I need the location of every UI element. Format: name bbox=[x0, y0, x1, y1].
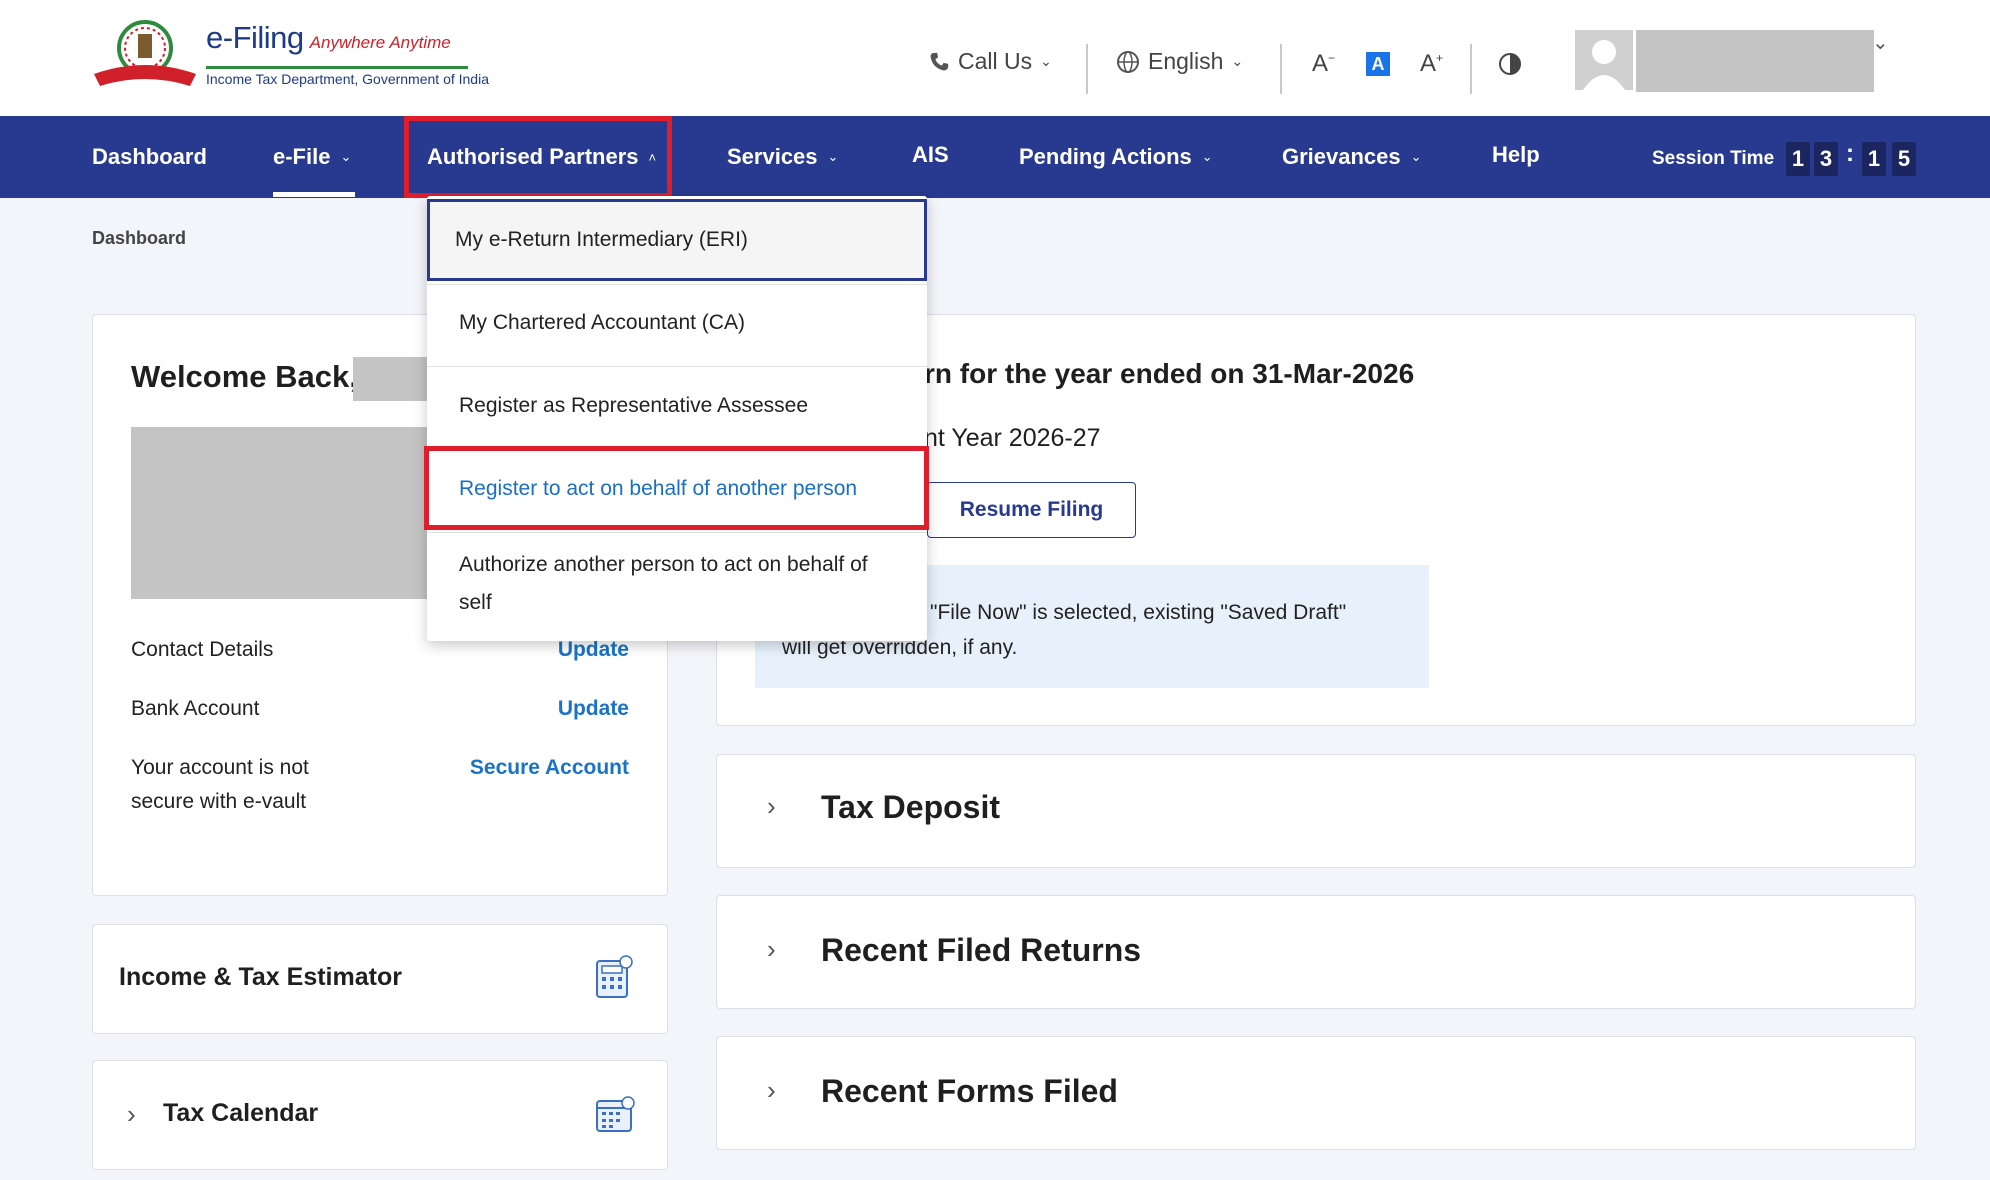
top-header: e-Filing Anywhere Anytime Income Tax Depa… bbox=[0, 0, 1990, 116]
dropdown-divider bbox=[427, 366, 927, 367]
nav-pending-actions[interactable]: Pending Actions ⌄ bbox=[1019, 144, 1213, 170]
assessment-year-label: nt Year 2026-27 bbox=[924, 424, 1101, 452]
chevron-down-icon: ⌄ bbox=[1231, 53, 1244, 69]
chevron-down-icon: ⌄ bbox=[1040, 53, 1052, 69]
nav-efile[interactable]: e-File ⌄ bbox=[273, 144, 351, 170]
chevron-down-icon: ⌄ bbox=[340, 149, 352, 164]
username-redacted bbox=[353, 357, 433, 401]
tax-calendar-title: Tax Calendar bbox=[163, 1099, 319, 1127]
divider bbox=[1280, 44, 1282, 94]
efiling-logo[interactable]: e-Filing Anywhere Anytime Income Tax Depa… bbox=[90, 16, 489, 96]
brand-subtitle: Income Tax Department, Government of Ind… bbox=[206, 66, 489, 87]
estimator-title: Income & Tax Estimator bbox=[119, 963, 402, 991]
nav-pending-actions-label: Pending Actions bbox=[1019, 144, 1192, 169]
nav-dashboard[interactable]: Dashboard bbox=[92, 144, 207, 170]
tax-deposit-title: Tax Deposit bbox=[821, 789, 1000, 825]
evault-status-label: Your account is not secure with e-vault bbox=[131, 756, 309, 813]
user-icon bbox=[1583, 40, 1625, 90]
chevron-down-icon: ⌄ bbox=[1410, 149, 1422, 164]
accordion-recent-filed-returns[interactable]: › Recent Filed Returns bbox=[716, 895, 1916, 1009]
resume-filing-button[interactable]: Resume Filing bbox=[927, 482, 1136, 538]
calculator-icon bbox=[596, 955, 633, 998]
session-colon: : bbox=[1846, 140, 1854, 167]
chevron-right-icon: › bbox=[767, 934, 776, 964]
call-us-label: Call Us bbox=[958, 48, 1033, 74]
itr-card-title: rn for the year ended on 31-Mar-2026 bbox=[924, 358, 1415, 389]
income-tax-estimator-card[interactable]: Income & Tax Estimator bbox=[92, 924, 668, 1034]
active-tab-indicator bbox=[273, 192, 355, 197]
accordion-tax-deposit[interactable]: › Tax Deposit bbox=[716, 754, 1916, 868]
secure-account-link[interactable]: Secure Account bbox=[470, 756, 629, 780]
dropdown-divider bbox=[427, 532, 927, 533]
session-digit: 1 bbox=[1862, 142, 1886, 176]
globe-icon bbox=[1117, 50, 1139, 73]
phone-icon bbox=[930, 52, 949, 70]
language-select[interactable]: English ⌄ bbox=[1116, 48, 1243, 75]
dropdown-divider bbox=[427, 284, 927, 285]
session-time-label: Session Time bbox=[1652, 148, 1775, 169]
nav-efile-label: e-File bbox=[273, 144, 331, 169]
dropdown-item-authorize-another[interactable]: Authorize another person to act on behal… bbox=[427, 546, 897, 622]
call-us-menu[interactable]: Call Us ⌄ bbox=[928, 48, 1052, 75]
authorised-partners-dropdown: My e-Return Intermediary (ERI) My Charte… bbox=[424, 196, 929, 641]
contact-update-link[interactable]: Update bbox=[558, 638, 629, 662]
welcome-title: Welcome Back, bbox=[131, 359, 358, 394]
username-redacted bbox=[1636, 30, 1874, 92]
profile-image-redacted bbox=[131, 427, 431, 599]
chevron-right-icon: › bbox=[127, 1099, 136, 1129]
brand-tagline: Anywhere Anytime bbox=[309, 33, 451, 52]
dropdown-item-ca[interactable]: My Chartered Accountant (CA) bbox=[427, 304, 927, 342]
nav-help-label: Help bbox=[1492, 142, 1540, 167]
chevron-right-icon: › bbox=[767, 1075, 776, 1105]
bank-update-link[interactable]: Update bbox=[558, 697, 629, 721]
brand-name: e-Filing bbox=[206, 20, 304, 55]
contact-details-label: Contact Details bbox=[131, 638, 274, 661]
nav-services[interactable]: Services ⌄ bbox=[727, 144, 838, 170]
session-digit: 1 bbox=[1786, 142, 1810, 176]
recent-forms-filed-title: Recent Forms Filed bbox=[821, 1073, 1118, 1109]
language-label: English bbox=[1148, 48, 1224, 74]
chevron-down-icon[interactable]: ⌄ bbox=[1872, 30, 1889, 55]
avatar[interactable] bbox=[1575, 30, 1633, 90]
chevron-down-icon: ⌄ bbox=[1201, 149, 1213, 164]
nav-ais[interactable]: AIS bbox=[912, 142, 949, 168]
recent-filed-returns-title: Recent Filed Returns bbox=[821, 932, 1142, 968]
divider bbox=[1086, 44, 1088, 94]
decrease-font-icon[interactable]: A− bbox=[1312, 50, 1335, 78]
dropdown-item-eri[interactable]: My e-Return Intermediary (ERI) bbox=[427, 221, 927, 259]
nav-help[interactable]: Help bbox=[1492, 142, 1540, 168]
increase-font-icon[interactable]: A+ bbox=[1420, 50, 1443, 78]
nav-services-label: Services bbox=[727, 144, 818, 169]
divider bbox=[1470, 44, 1472, 94]
accordion-recent-forms-filed[interactable]: › Recent Forms Filed bbox=[716, 1036, 1916, 1150]
main-navbar: Dashboard e-File ⌄ Authorised Partners ˄ S… bbox=[0, 116, 1990, 198]
nav-dashboard-label: Dashboard bbox=[92, 144, 207, 169]
tax-calendar-card[interactable]: › Tax Calendar bbox=[92, 1060, 668, 1170]
chevron-down-icon: ⌄ bbox=[827, 149, 839, 164]
nav-grievances-label: Grievances bbox=[1282, 144, 1401, 169]
session-digit: 3 bbox=[1814, 142, 1838, 176]
highlight-box-authorised-partners bbox=[404, 116, 672, 198]
nav-ais-label: AIS bbox=[912, 142, 949, 167]
highlight-box-act-on-behalf bbox=[424, 446, 929, 530]
nav-grievances[interactable]: Grievances ⌄ bbox=[1282, 144, 1422, 170]
emblem-icon bbox=[94, 20, 196, 86]
breadcrumb[interactable]: Dashboard bbox=[92, 228, 186, 249]
chevron-right-icon: › bbox=[767, 791, 776, 821]
session-digit: 5 bbox=[1892, 142, 1916, 176]
bank-account-label: Bank Account bbox=[131, 697, 260, 720]
dropdown-item-representative-assessee[interactable]: Register as Representative Assessee bbox=[427, 387, 927, 425]
contrast-icon[interactable] bbox=[1498, 52, 1522, 76]
default-font-icon[interactable]: A bbox=[1366, 52, 1390, 76]
calendar-icon bbox=[596, 1096, 635, 1132]
